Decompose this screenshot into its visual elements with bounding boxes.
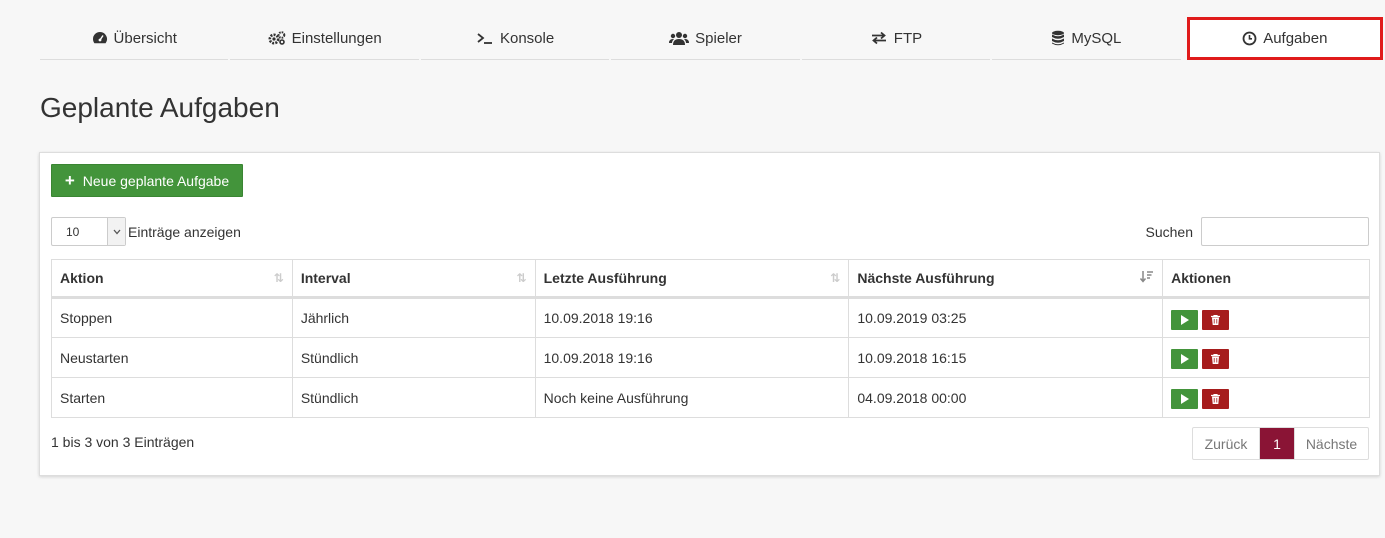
play-icon [1180,314,1189,325]
clock-icon [1242,31,1257,46]
next-page-button[interactable]: Nächste [1294,428,1368,459]
delete-task-button[interactable] [1202,349,1230,369]
entries-length: 10 Einträge anzeigen [51,217,241,246]
chevron-down-icon [107,218,125,245]
new-task-label: Neue geplante Aufgabe [82,172,230,189]
cell-actions [1162,337,1370,378]
tab-label: FTP [893,29,923,47]
tab-label: Konsole [499,29,555,47]
col-letzte-ausfuehrung[interactable]: Letzte Ausführung ⇅ [534,259,850,299]
terminal-icon [476,31,494,45]
tab-einstellungen[interactable]: Einstellungen [230,17,419,60]
sort-icon: ⇅ [830,271,841,285]
cell-interval: Stündlich [291,337,536,378]
entries-select[interactable]: 10 [51,217,126,246]
entries-label: Einträge anzeigen [128,223,241,240]
col-interval[interactable]: Interval ⇅ [291,259,536,299]
tasks-panel: + Neue geplante Aufgabe 10 Einträge anze… [39,152,1380,476]
tab-label: Übersicht [113,29,177,47]
cell-aktion: Stoppen [51,297,293,338]
cell-aktion: Neustarten [51,337,293,378]
plus-icon: + [64,171,75,190]
run-task-button[interactable] [1171,349,1199,369]
search-label: Suchen [1145,223,1193,240]
run-task-button[interactable] [1171,309,1199,330]
cell-naechste: 10.09.2019 03:25 [848,297,1164,338]
tab-label: Spieler [695,29,742,47]
exchange-icon [870,31,888,45]
trash-icon [1211,314,1221,325]
cell-naechste: 10.09.2018 16:15 [848,337,1164,378]
col-naechste-ausfuehrung[interactable]: Nächste Ausführung [848,259,1164,299]
database-icon [1051,30,1065,46]
delete-task-button[interactable] [1202,389,1230,409]
table-row: Stoppen Jährlich 10.09.2018 19:16 10.09.… [51,297,1370,338]
tab-mysql[interactable]: MySQL [992,17,1181,60]
tab-aufgaben[interactable]: Aufgaben [1186,17,1383,60]
tab-ftp[interactable]: FTP [801,17,991,60]
table-info: 1 bis 3 von 3 Einträgen [51,434,195,450]
sort-icon: ⇅ [516,271,527,285]
col-aktionen: Aktionen [1162,259,1370,299]
table-row: Neustarten Stündlich 10.09.2018 19:16 10… [51,337,1370,378]
col-aktion[interactable]: Aktion ⇅ [51,259,293,299]
play-icon [1180,394,1189,404]
dashboard-icon [92,31,108,45]
page-title: Geplante Aufgaben [40,92,280,123]
tab-label: MySQL [1071,29,1122,47]
run-task-button[interactable] [1171,389,1199,409]
sort-icon: ⇅ [273,271,284,285]
tasks-table: Aktion ⇅ Interval ⇅ Letzte Ausführung ⇅ … [51,259,1370,418]
trash-icon [1211,394,1221,404]
users-icon [669,31,690,45]
delete-task-button[interactable] [1202,309,1230,330]
cell-naechste: 04.09.2018 00:00 [848,377,1164,418]
cell-aktion: Starten [51,377,293,418]
cell-letzte: 10.09.2018 19:16 [534,297,850,338]
search-input[interactable] [1201,217,1369,246]
cell-actions [1162,297,1370,338]
gears-icon [268,31,286,45]
tab-spieler[interactable]: Spieler [611,17,800,60]
tab-label: Einstellungen [291,29,382,47]
tab-label: Aufgaben [1263,30,1328,47]
pagination: Zurück 1 Nächste [1192,427,1369,460]
cell-interval: Stündlich [291,377,536,418]
cell-actions [1162,377,1370,418]
cell-interval: Jährlich [291,297,536,338]
tab-konsole[interactable]: Konsole [420,17,610,60]
tab-uebersicht[interactable]: Übersicht [40,17,229,60]
play-icon [1180,354,1189,364]
table-header-row: Aktion ⇅ Interval ⇅ Letzte Ausführung ⇅ … [51,259,1370,299]
trash-icon [1211,354,1221,364]
prev-page-button[interactable]: Zurück [1193,428,1260,459]
page-1-button[interactable]: 1 [1260,428,1294,459]
search-box: Suchen [1146,217,1369,246]
cell-letzte: 10.09.2018 19:16 [534,337,850,378]
table-row: Starten Stündlich Noch keine Ausführung … [51,377,1370,418]
sort-desc-icon [1140,271,1154,286]
new-task-button[interactable]: + Neue geplante Aufgabe [51,164,243,197]
entries-select-value: 10 [66,224,80,239]
cell-letzte: Noch keine Ausführung [534,377,850,418]
nav-tabs: Übersicht Einstellungen Konsole Spieler … [40,17,1385,60]
